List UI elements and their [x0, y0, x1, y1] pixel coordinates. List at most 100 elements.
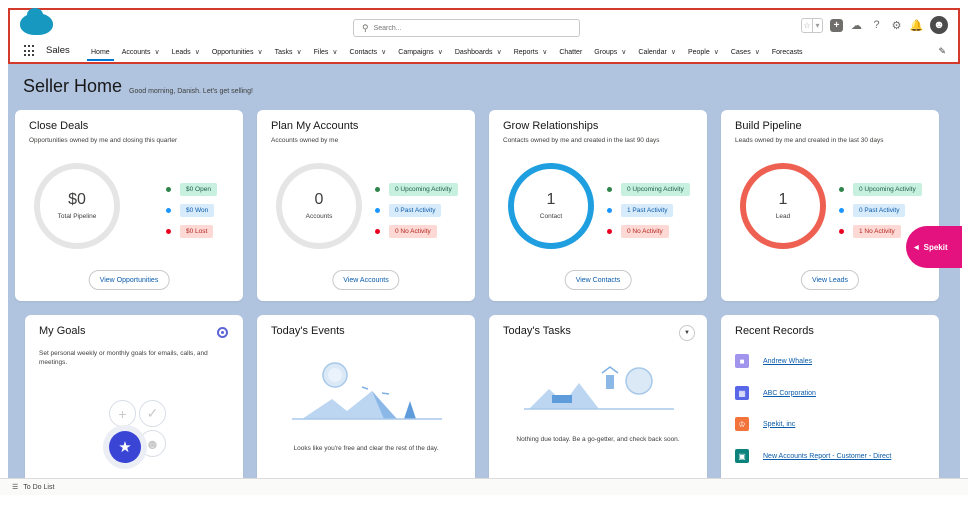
- tab-label: Contacts: [349, 48, 378, 56]
- global-search[interactable]: ⚲: [353, 19, 580, 37]
- todo-list-button[interactable]: To Do List: [23, 484, 54, 491]
- ring-value: 0: [314, 191, 324, 208]
- tab-label: Groups: [594, 48, 618, 56]
- tab-label: Home: [91, 48, 110, 56]
- tasks-illustration: [524, 366, 674, 410]
- view-accounts-button[interactable]: View Accounts: [332, 270, 400, 290]
- greeting-text: Good morning, Danish. Let's get selling!: [129, 88, 253, 95]
- tab-accounts[interactable]: Accounts ∨: [116, 40, 166, 64]
- header-utilities: ☆ ▾ + ☁ ? ⚙ 🔔 ☻: [801, 16, 948, 34]
- tasks-filter-chevron-icon[interactable]: ▼: [679, 325, 695, 341]
- tab-files[interactable]: Files ∨: [308, 40, 344, 64]
- chevron-down-icon[interactable]: ∨: [671, 48, 676, 56]
- navigation-bar: Sales Home Accounts ∨ Leads ∨ Opportunities ∨ T…: [10, 40, 958, 64]
- recent-record-link[interactable]: ABC Corporation: [763, 390, 816, 397]
- tab-reports[interactable]: Reports ∨: [508, 40, 554, 64]
- trailhead-icon[interactable]: ☁: [850, 19, 863, 32]
- salesforce-logo[interactable]: [20, 8, 53, 35]
- tab-label: Forecasts: [771, 48, 803, 56]
- chevron-down-icon[interactable]: ∨: [497, 48, 502, 56]
- ring-label: Contact: [539, 213, 563, 220]
- tab-chatter[interactable]: Chatter: [553, 40, 588, 64]
- todays-events-card: Today's Events Looks like you're free an…: [257, 315, 475, 478]
- app-name: Sales: [46, 45, 70, 56]
- card-title: Close Deals: [29, 120, 89, 132]
- tab-home[interactable]: Home: [85, 40, 116, 64]
- red-dot-icon: [607, 229, 612, 234]
- legend-upcoming: 0 Upcoming Activity: [853, 183, 922, 196]
- contacts-ring: 1 Contact: [508, 163, 594, 249]
- nav-tabs: Home Accounts ∨ Leads ∨ Opportunities ∨ Tasks ∨ F…: [85, 40, 809, 64]
- ring-label: Lead: [775, 213, 791, 220]
- view-leads-button[interactable]: View Leads: [800, 270, 860, 290]
- legend-upcoming: 0 Upcoming Activity: [389, 183, 458, 196]
- view-opportunities-button[interactable]: View Opportunities: [88, 270, 170, 290]
- blue-dot-icon: [839, 208, 844, 213]
- chevron-down-icon[interactable]: ∨: [154, 48, 159, 56]
- chevron-down-icon[interactable]: ∨: [332, 48, 337, 56]
- tab-forecasts[interactable]: Forecasts: [766, 40, 809, 64]
- legend-open: $0 Open: [180, 183, 217, 196]
- plan-accounts-card: Plan My Accounts Accounts owned by me 0 …: [257, 110, 475, 301]
- tab-calendar[interactable]: Calendar ∨: [632, 40, 682, 64]
- card-title: Today's Events: [271, 325, 345, 337]
- search-icon: ⚲: [362, 22, 369, 33]
- tab-people[interactable]: People ∨: [682, 40, 725, 64]
- chevron-down-icon[interactable]: ∨: [542, 48, 547, 56]
- tab-leads[interactable]: Leads ∨: [166, 40, 206, 64]
- recent-record-item[interactable]: ▣ New Accounts Report - Customer - Direc…: [735, 448, 891, 464]
- tab-tasks[interactable]: Tasks ∨: [269, 40, 308, 64]
- ring-label: Total Pipeline: [57, 213, 97, 220]
- tab-campaigns[interactable]: Campaigns ∨: [392, 40, 449, 64]
- tab-label: Reports: [513, 48, 539, 56]
- global-actions-plus-icon[interactable]: +: [830, 18, 843, 32]
- help-icon[interactable]: ?: [870, 19, 883, 32]
- spekit-tab[interactable]: ◀ Spekit: [906, 226, 962, 268]
- recent-record-item[interactable]: ♔ Spekit, inc: [735, 416, 795, 432]
- favorites-group: ☆ ▾: [801, 17, 823, 33]
- tab-groups[interactable]: Groups ∨: [588, 40, 632, 64]
- view-contacts-button[interactable]: View Contacts: [564, 270, 632, 290]
- chevron-down-icon[interactable]: ∨: [296, 48, 301, 56]
- account-icon: ▦: [735, 386, 749, 400]
- tab-label: Opportunities: [211, 48, 254, 56]
- app-launcher-icon[interactable]: [24, 45, 36, 57]
- tab-label: Campaigns: [398, 48, 434, 56]
- chevron-down-icon[interactable]: ∨: [257, 48, 262, 56]
- edit-nav-pencil-icon[interactable]: ✎: [938, 46, 946, 57]
- user-avatar[interactable]: ☻: [930, 16, 948, 34]
- tab-opportunities[interactable]: Opportunities ∨: [206, 40, 269, 64]
- recent-record-link[interactable]: Spekit, inc: [763, 421, 795, 428]
- pipeline-ring: $0 Total Pipeline: [34, 163, 120, 249]
- search-input[interactable]: [373, 24, 564, 32]
- card-title: Grow Relationships: [503, 120, 599, 132]
- chevron-down-icon[interactable]: ∨: [438, 48, 443, 56]
- card-subtitle: Leads owned by me and created in the las…: [735, 137, 884, 144]
- ring-value: 1: [546, 191, 556, 208]
- recent-record-item[interactable]: ▦ ABC Corporation: [735, 385, 816, 401]
- tab-label: Tasks: [274, 48, 293, 56]
- tab-contacts[interactable]: Contacts ∨: [344, 40, 393, 64]
- report-icon: ▣: [735, 449, 749, 463]
- recent-record-link[interactable]: Andrew Whales: [763, 358, 812, 365]
- contact-icon: ■: [735, 354, 749, 368]
- green-dot-icon: [375, 187, 380, 192]
- recent-record-link[interactable]: New Accounts Report - Customer - Direct: [763, 453, 891, 460]
- favorites-list-chevron-icon[interactable]: ▾: [812, 18, 822, 32]
- favorites-star-icon[interactable]: ☆: [802, 19, 812, 32]
- setup-gear-icon[interactable]: ⚙: [890, 19, 903, 32]
- chevron-down-icon[interactable]: ∨: [195, 48, 200, 56]
- legend-past: 0 Past Activity: [853, 204, 906, 217]
- chevron-down-icon[interactable]: ∨: [621, 48, 626, 56]
- ring-label: Accounts: [305, 213, 333, 220]
- chevron-down-icon[interactable]: ∨: [381, 48, 386, 56]
- tab-label: Cases: [730, 48, 751, 56]
- tab-cases[interactable]: Cases ∨: [725, 40, 766, 64]
- tab-dashboards[interactable]: Dashboards ∨: [449, 40, 508, 64]
- chevron-down-icon[interactable]: ∨: [755, 48, 760, 56]
- chevron-down-icon[interactable]: ∨: [714, 48, 719, 56]
- recent-record-item[interactable]: ■ Andrew Whales: [735, 353, 812, 369]
- notifications-bell-icon[interactable]: 🔔: [910, 19, 924, 32]
- blue-dot-icon: [375, 208, 380, 213]
- goal-settings-gear-icon[interactable]: [217, 327, 228, 338]
